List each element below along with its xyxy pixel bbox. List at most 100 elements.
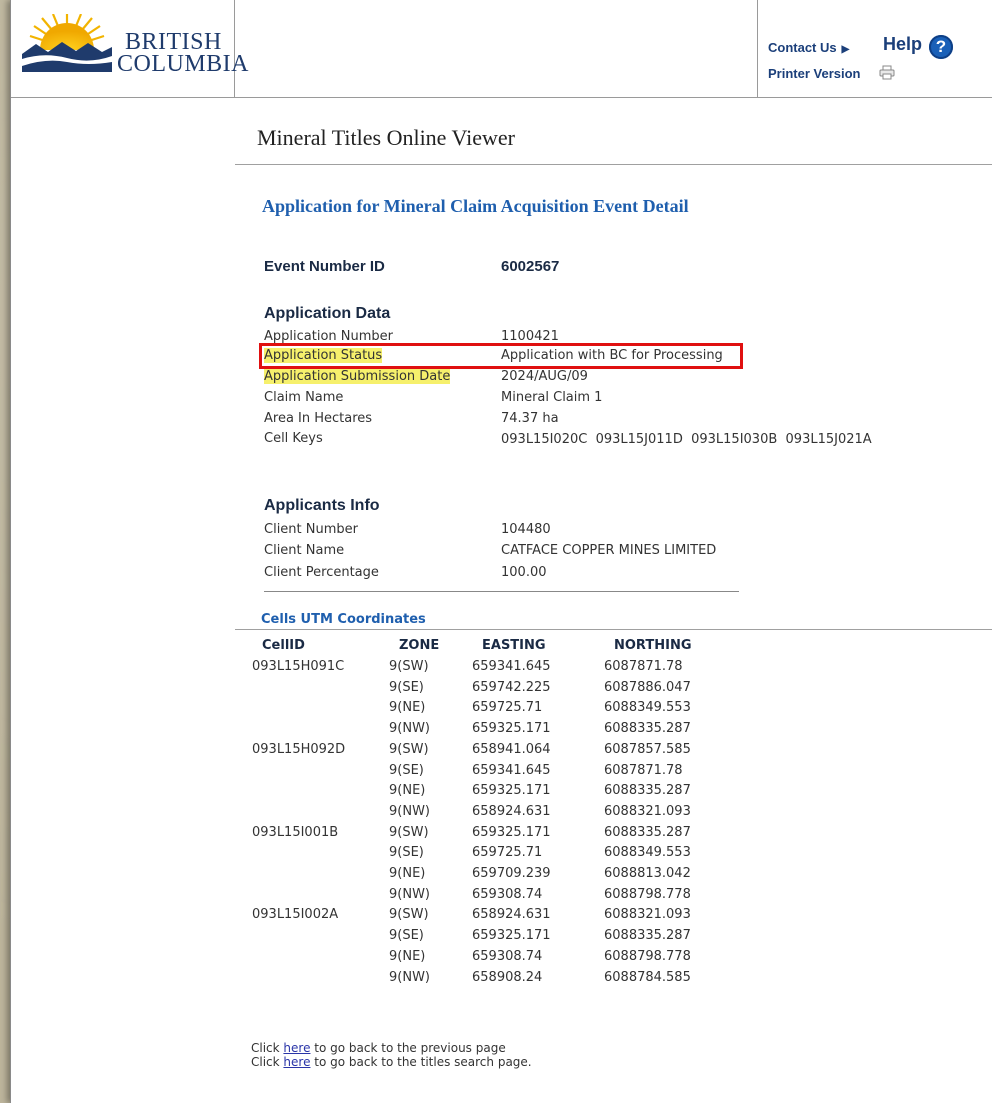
cell-easting: 658924.631 <box>472 804 551 819</box>
cell-easting: 659742.225 <box>472 680 551 695</box>
cell-easting: 659308.74 <box>472 949 543 964</box>
title-divider <box>235 164 992 165</box>
cells-divider <box>235 629 992 630</box>
footer-line2-prefix: Click <box>251 1055 284 1069</box>
cell-zone: 9(SE) <box>389 928 424 943</box>
bc-sun-mountain-icon <box>22 14 112 72</box>
event-number-label: Event Number ID <box>264 258 385 275</box>
cell-zone: 9(SE) <box>389 680 424 695</box>
cell-easting: 659341.645 <box>472 659 551 674</box>
logo-text-columbia: COLUMBIA <box>117 51 250 77</box>
cell-northing: 6087871.78 <box>604 763 683 778</box>
footer-line-back: Click here to go back to the previous pa… <box>251 1041 506 1055</box>
cell-cell-id: 093L15H092D <box>252 742 346 757</box>
page-title: Mineral Titles Online Viewer <box>257 125 515 150</box>
contact-us-label: Contact Us <box>768 40 837 55</box>
cell-zone: 9(SW) <box>389 907 429 922</box>
cell-easting: 659709.239 <box>472 866 551 881</box>
cell-northing: 6087871.78 <box>604 659 683 674</box>
cell-northing: 6087886.047 <box>604 680 691 695</box>
cell-zone: 9(SW) <box>389 659 429 674</box>
cell-northing: 6087857.585 <box>604 742 691 757</box>
cell-easting: 659325.171 <box>472 721 551 736</box>
printer-version-link[interactable]: Printer Version <box>768 66 860 81</box>
cell-cell-id: 093L15I001B <box>252 825 339 840</box>
cell-easting: 659725.71 <box>472 700 543 715</box>
help-link[interactable]: Help <box>883 34 922 55</box>
cell-easting: 659325.171 <box>472 928 551 943</box>
application-data-heading: Application Data <box>264 305 391 322</box>
cell-northing: 6088798.778 <box>604 949 691 964</box>
application-number-label: Application Number <box>264 329 393 344</box>
cell-northing: 6088798.778 <box>604 887 691 902</box>
cell-northing: 6088321.093 <box>604 907 691 922</box>
client-name-value: CATFACE COPPER MINES LIMITED <box>501 543 717 558</box>
applicants-divider <box>264 591 739 592</box>
client-name-label: Client Name <box>264 543 345 558</box>
cell-zone: 9(NE) <box>389 783 426 798</box>
cell-northing: 6088784.585 <box>604 970 691 985</box>
printer-icon[interactable] <box>879 65 895 80</box>
cell-northing: 6088349.553 <box>604 700 691 715</box>
col-header-cellid: CellID <box>262 638 305 653</box>
cell-zone: 9(SW) <box>389 825 429 840</box>
cell-zone: 9(NW) <box>389 721 430 736</box>
event-detail-title: Application for Mineral Claim Acquisitio… <box>262 196 689 216</box>
bc-logo[interactable]: BRITISH COLUMBIA <box>11 0 249 97</box>
application-number-value: 1100421 <box>501 329 559 344</box>
client-number-value: 104480 <box>501 522 551 537</box>
claim-name-label: Claim Name <box>264 390 344 405</box>
cell-easting: 659341.645 <box>472 763 551 778</box>
col-header-easting: EASTING <box>482 638 546 653</box>
cell-zone: 9(NE) <box>389 866 426 881</box>
cell-easting: 658908.24 <box>472 970 543 985</box>
arrow-right-icon: ▶ <box>841 44 850 55</box>
col-header-zone: ZONE <box>399 638 440 653</box>
cells-utm-title: Cells UTM Coordinates <box>261 612 426 627</box>
cell-zone: 9(SE) <box>389 845 424 860</box>
cell-easting: 658924.631 <box>472 907 551 922</box>
event-number-value: 6002567 <box>501 258 560 275</box>
applicants-info-heading: Applicants Info <box>264 497 380 514</box>
client-percentage-label: Client Percentage <box>264 565 379 580</box>
cell-northing: 6088335.287 <box>604 825 691 840</box>
cell-northing: 6088349.553 <box>604 845 691 860</box>
back-previous-link[interactable]: here <box>283 1041 310 1055</box>
cell-zone: 9(SE) <box>389 763 424 778</box>
cell-northing: 6088321.093 <box>604 804 691 819</box>
cell-zone: 9(SW) <box>389 742 429 757</box>
site-header: BRITISH COLUMBIA Contact Us ▶ Help ? Prin… <box>11 0 992 98</box>
area-label: Area In Hectares <box>264 411 373 426</box>
help-question-icon[interactable]: ? <box>929 35 953 59</box>
utility-links: Contact Us ▶ Help ? Printer Version <box>757 0 992 97</box>
col-header-northing: NORTHING <box>614 638 692 653</box>
cell-easting: 659325.171 <box>472 825 551 840</box>
cell-northing: 6088335.287 <box>604 783 691 798</box>
submission-date-value: 2024/AUG/09 <box>501 369 588 384</box>
claim-name-value: Mineral Claim 1 <box>501 390 603 405</box>
client-percentage-value: 100.00 <box>501 565 547 580</box>
area-value: 74.37 ha <box>501 411 559 426</box>
cell-easting: 658941.064 <box>472 742 551 757</box>
cell-northing: 6088335.287 <box>604 721 691 736</box>
cell-zone: 9(NW) <box>389 887 430 902</box>
back-search-link[interactable]: here <box>283 1055 310 1069</box>
cell-easting: 659325.171 <box>472 783 551 798</box>
cell-zone: 9(NE) <box>389 949 426 964</box>
page: BRITISH COLUMBIA Contact Us ▶ Help ? Prin… <box>10 0 992 1103</box>
cell-keys-label: Cell Keys <box>264 431 323 446</box>
cell-keys-value: 093L15I020C 093L15J011D 093L15I030B 093L… <box>501 432 872 447</box>
footer-line1-prefix: Click <box>251 1041 284 1055</box>
footer-line1-suffix: to go back to the previous page <box>310 1041 506 1055</box>
cell-cell-id: 093L15H091C <box>252 659 345 674</box>
cell-northing: 6088813.042 <box>604 866 691 881</box>
cell-cell-id: 093L15I002A <box>252 907 339 922</box>
footer-line2-suffix: to go back to the titles search page. <box>310 1055 532 1069</box>
footer-line-search: Click here to go back to the titles sear… <box>251 1055 532 1069</box>
cell-zone: 9(NW) <box>389 804 430 819</box>
cell-zone: 9(NW) <box>389 970 430 985</box>
cell-northing: 6088335.287 <box>604 928 691 943</box>
cell-zone: 9(NE) <box>389 700 426 715</box>
contact-us-link[interactable]: Contact Us ▶ <box>768 40 849 55</box>
highlight-box <box>259 343 743 369</box>
